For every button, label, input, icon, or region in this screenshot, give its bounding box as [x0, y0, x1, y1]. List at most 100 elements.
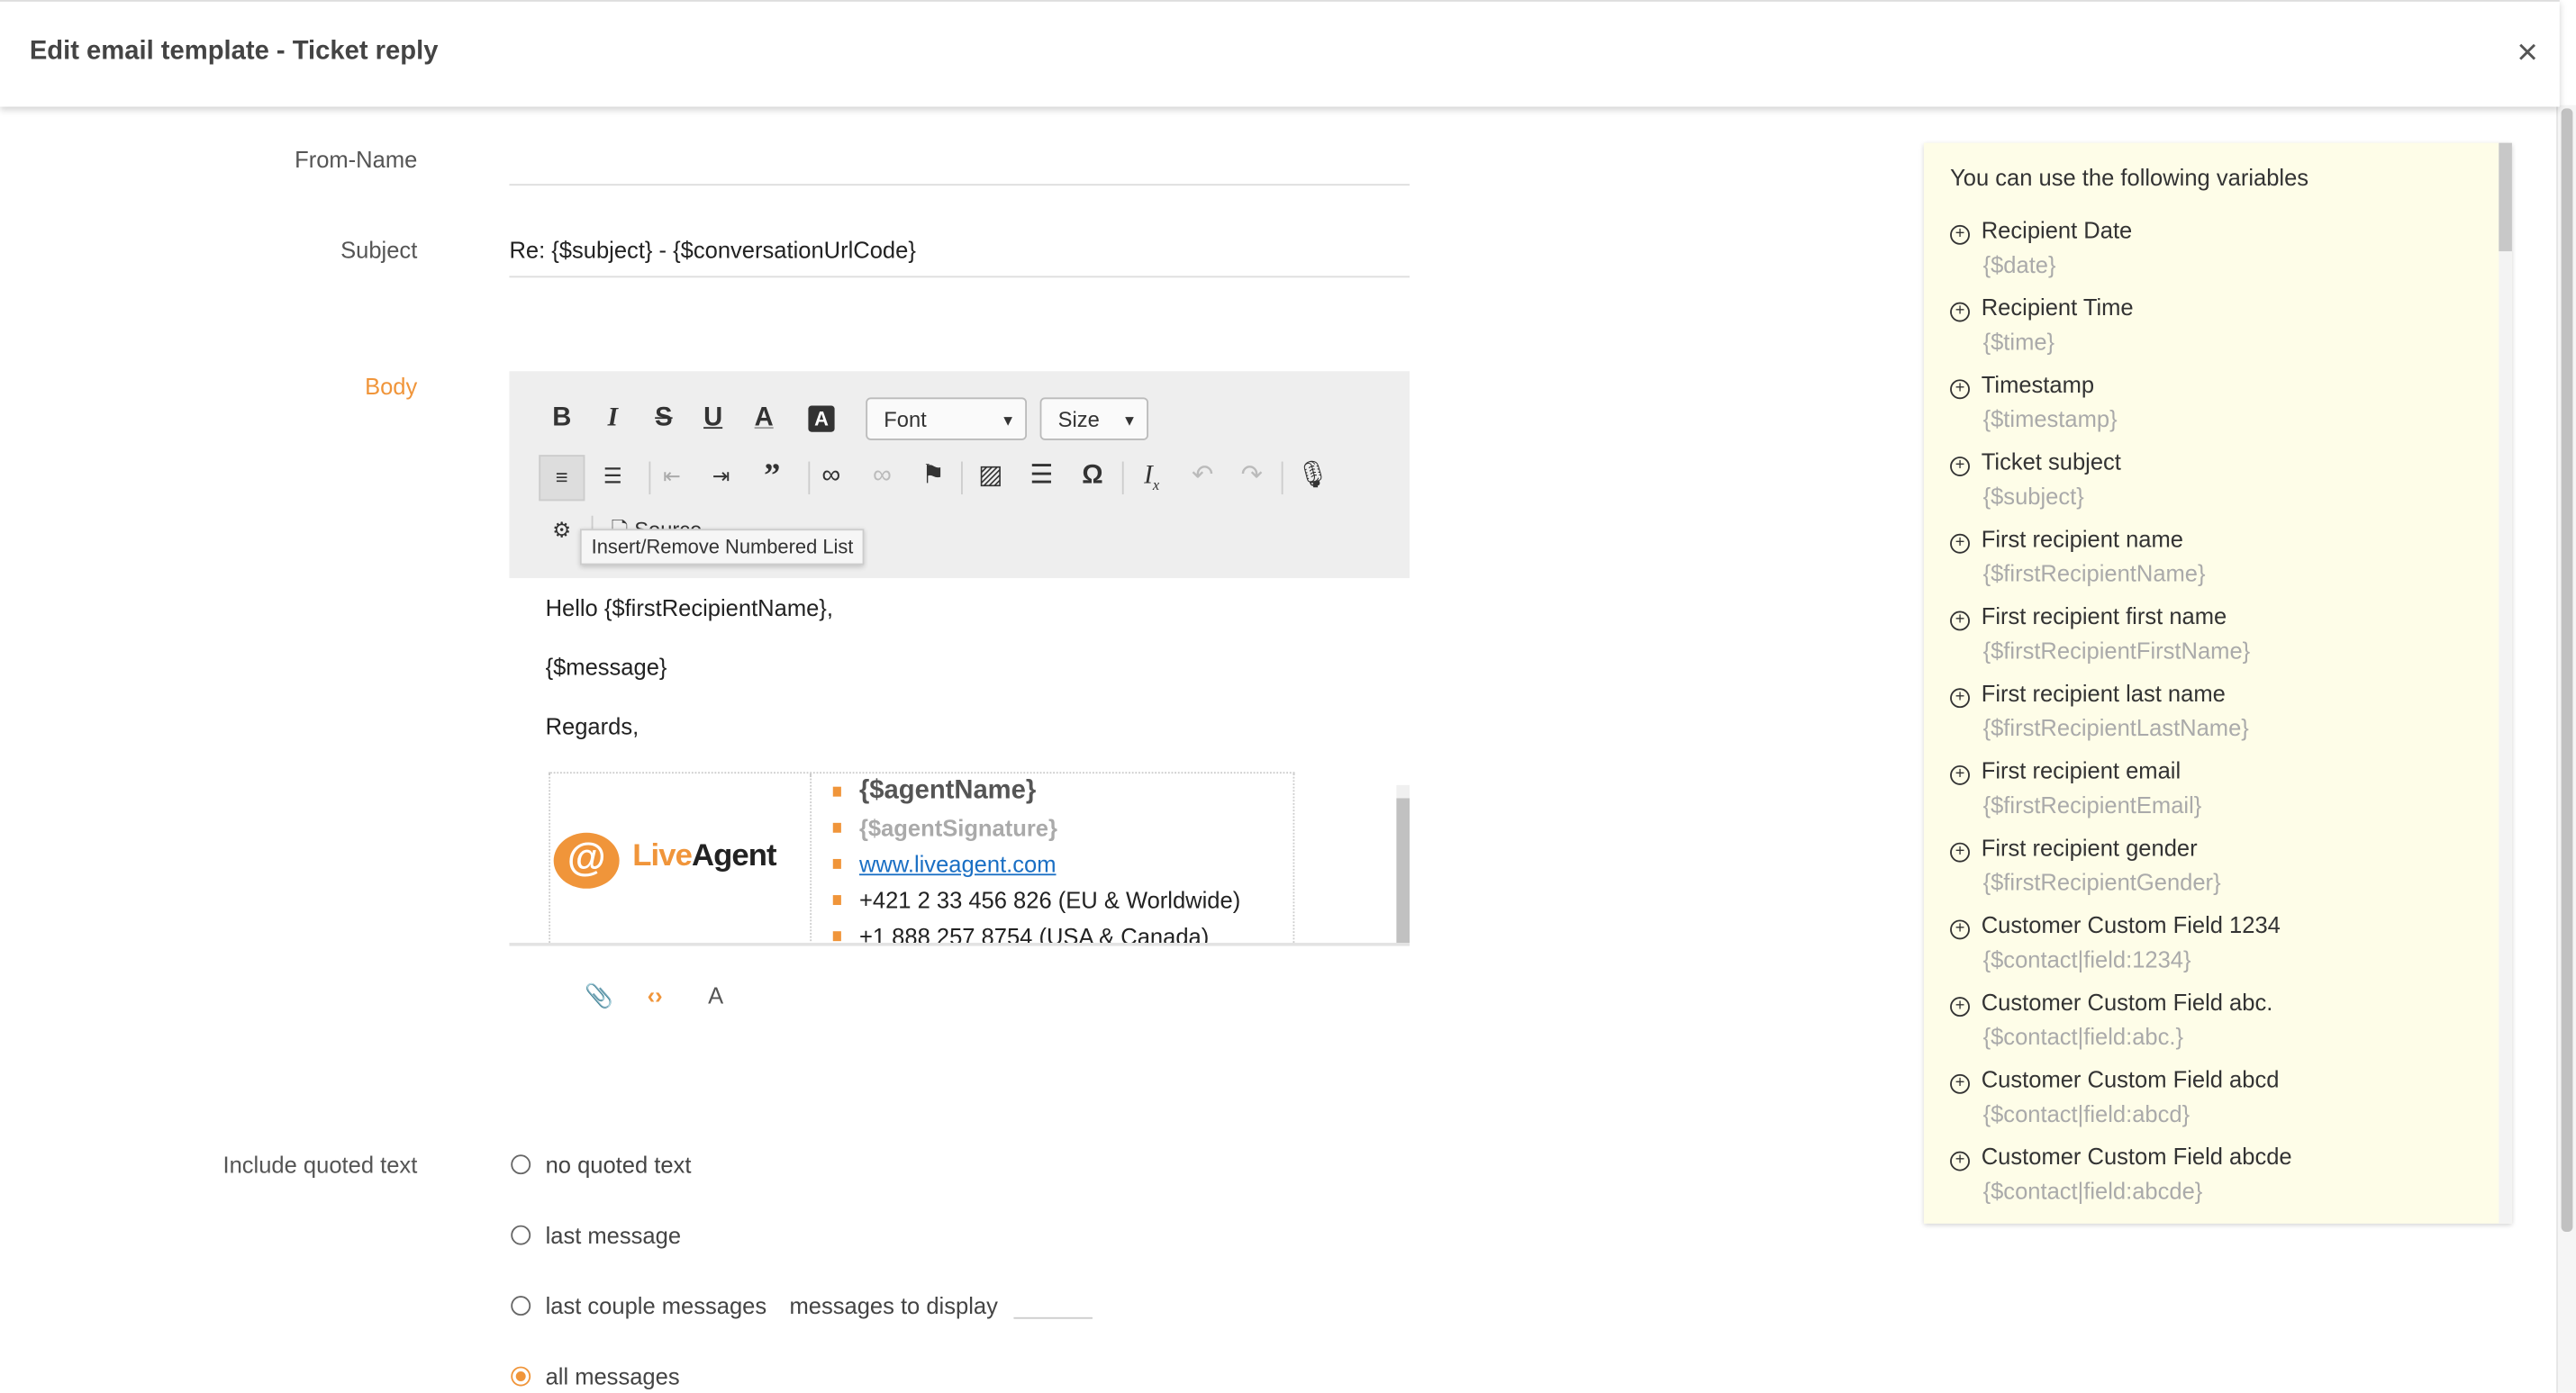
attachment-icon[interactable]: 📎	[585, 982, 613, 1010]
variable-item[interactable]: + First recipient name {$firstRecipientNam…	[1950, 526, 2206, 586]
radio-button-selected[interactable]	[511, 1366, 531, 1387]
size-select-value: Size	[1057, 407, 1100, 432]
body-editor[interactable]: B I S U A A Font ▼ Size ▼ ≡ ☰ ⇤ ⇥ ” ∞ ∞ ⚑ …	[509, 371, 1410, 946]
variable-code: {$timestamp}	[1982, 405, 2118, 432]
undo-icon[interactable]: ↶	[1181, 455, 1223, 497]
close-icon[interactable]: ×	[2517, 32, 2537, 74]
plus-circle-icon[interactable]: +	[1950, 533, 1970, 554]
unlink-icon[interactable]: ∞	[861, 455, 903, 497]
remove-format-icon[interactable]: Ix	[1130, 455, 1173, 497]
variable-name: + Customer Custom Field abc.	[1950, 989, 2272, 1018]
variables-panel: You can use the following variables + Rec…	[1923, 142, 2512, 1224]
plus-circle-icon[interactable]: +	[1950, 997, 1970, 1018]
numbered-list-icon[interactable]: ≡	[539, 455, 585, 502]
size-select[interactable]: Size ▼	[1039, 397, 1148, 440]
signature-phone-us: +1 888 257 8754 (USA & Canada)	[830, 918, 1240, 943]
font-select[interactable]: Font ▼	[866, 397, 1027, 440]
variable-item[interactable]: + First recipient last name {$firstRecipie…	[1950, 680, 2249, 741]
radio-button[interactable]	[511, 1296, 531, 1316]
settings-gear-icon[interactable]: ⚙	[540, 509, 583, 551]
variable-item[interactable]: + Ticket subject {$subject}	[1950, 448, 2121, 509]
variables-scrollbar[interactable]	[2499, 142, 2512, 1224]
plus-circle-icon[interactable]: +	[1950, 379, 1970, 400]
radio-button[interactable]	[511, 1225, 531, 1245]
plus-circle-icon[interactable]: +	[1950, 764, 1970, 785]
variable-code: {$firstRecipientFirstName}	[1982, 637, 2251, 664]
plus-circle-icon[interactable]: +	[1950, 1073, 1970, 1094]
variable-name: + Ticket subject	[1950, 448, 2121, 476]
editor-scrollbar[interactable]	[1396, 784, 1410, 943]
at-sign-icon: @	[553, 832, 620, 889]
plus-circle-icon[interactable]: +	[1950, 224, 1970, 245]
chevron-down-icon: ▼	[1000, 412, 1016, 430]
bulleted-list-icon[interactable]: ☰	[592, 455, 634, 497]
radio-all-messages[interactable]: all messages	[511, 1363, 680, 1389]
radio-last-message[interactable]: last message	[511, 1222, 681, 1248]
special-character-icon[interactable]: Ω	[1071, 455, 1113, 497]
variables-heading: You can use the following variables	[1950, 164, 2309, 191]
microphone-icon[interactable]: 🎙	[1292, 455, 1334, 497]
subject-input[interactable]: Re: {$subject} - {$conversationUrlCode}	[509, 237, 1410, 278]
plus-circle-icon[interactable]: +	[1950, 842, 1970, 863]
variable-name: + First recipient gender	[1950, 835, 2221, 863]
plus-circle-icon[interactable]: +	[1950, 1151, 1970, 1171]
radio-last-couple[interactable]: last couple messages messages to display	[511, 1292, 1093, 1319]
variable-name: + Timestamp	[1950, 371, 2118, 400]
plus-circle-icon[interactable]: +	[1950, 302, 1970, 322]
variable-name: + Recipient Time	[1950, 294, 2134, 322]
strikethrough-button[interactable]: S	[642, 397, 685, 439]
variable-item[interactable]: + Customer Custom Field abc. {$contact|fie…	[1950, 989, 2272, 1050]
variable-name: + First recipient last name	[1950, 680, 2249, 709]
radio-button[interactable]	[511, 1154, 531, 1175]
variable-code: {$contact|field:abc.}	[1982, 1023, 2184, 1050]
signature-phone-eu: +421 2 33 456 826 (EU & Worldwide)	[830, 882, 1240, 918]
background-color-button[interactable]: A	[808, 405, 835, 432]
variable-item[interactable]: + Customer Custom Field abcde {$contact|fi…	[1950, 1144, 2292, 1204]
text-color-button[interactable]: A	[742, 397, 785, 439]
plus-circle-icon[interactable]: +	[1950, 688, 1970, 709]
plus-circle-icon[interactable]: +	[1950, 919, 1970, 940]
code-icon[interactable]: ‹›	[648, 982, 663, 1009]
from-name-input[interactable]	[509, 145, 1410, 186]
radio-label: last message	[545, 1222, 682, 1249]
redo-icon[interactable]: ↷	[1230, 455, 1273, 497]
editor-content[interactable]: Hello {$firstRecipientName}, {$message} …	[509, 578, 1410, 943]
plus-circle-icon[interactable]: +	[1950, 611, 1970, 631]
underline-button[interactable]: U	[692, 397, 734, 439]
dialog-header: Edit email template - Ticket reply ×	[0, 0, 2560, 107]
image-icon[interactable]: ▨	[969, 455, 1011, 497]
variable-code: {$contact|field:abcde}	[1982, 1177, 2203, 1204]
font-select-value: Font	[884, 407, 927, 432]
separator	[1121, 461, 1124, 495]
variable-item[interactable]: + First recipient email {$firstRecipientEm…	[1950, 757, 2201, 818]
signature-website-link[interactable]: www.liveagent.com	[830, 846, 1240, 882]
text-format-button[interactable]: A	[708, 982, 723, 1009]
variable-item[interactable]: + First recipient first name {$firstRecipi…	[1950, 602, 2251, 664]
body-regards: Regards,	[545, 712, 639, 739]
variable-item[interactable]: + Recipient Date {$date}	[1950, 217, 2132, 277]
subject-label: Subject	[340, 236, 418, 263]
radio-no-quoted[interactable]: no quoted text	[511, 1152, 691, 1178]
horizontal-line-icon[interactable]: ☰	[1020, 455, 1063, 497]
variable-item[interactable]: + Customer Custom Field abcd {$contact|fie…	[1950, 1066, 2279, 1126]
variable-item[interactable]: + Recipient Time {$time}	[1950, 294, 2134, 355]
link-icon[interactable]: ∞	[810, 455, 852, 497]
bold-button[interactable]: B	[540, 397, 583, 439]
page-scrollbar[interactable]	[2556, 104, 2576, 1393]
indent-icon[interactable]: ⇥	[700, 455, 742, 497]
blockquote-icon[interactable]: ”	[751, 455, 794, 497]
variable-code: {$time}	[1982, 328, 2055, 355]
messages-to-display-input[interactable]	[1013, 1294, 1093, 1319]
variable-code: {$contact|field:1234}	[1982, 945, 2191, 972]
variable-item[interactable]: + Customer Custom Field 1234 {$contact|fie…	[1950, 911, 2281, 972]
flag-anchor-icon[interactable]: ⚑	[912, 455, 954, 497]
messages-to-display-label: messages to display	[789, 1292, 998, 1319]
body-message: {$message}	[545, 653, 667, 681]
outdent-icon[interactable]: ⇤	[650, 455, 693, 497]
editor-toolbar: B I S U A A Font ▼ Size ▼ ≡ ☰ ⇤ ⇥ ” ∞ ∞ ⚑ …	[509, 371, 1410, 579]
plus-circle-icon[interactable]: +	[1950, 457, 1970, 476]
variable-code: {$date}	[1982, 251, 2056, 278]
italic-button[interactable]: I	[592, 397, 634, 439]
variable-item[interactable]: + Timestamp {$timestamp}	[1950, 371, 2118, 432]
variable-item[interactable]: + First recipient gender {$firstRecipientG…	[1950, 835, 2221, 895]
